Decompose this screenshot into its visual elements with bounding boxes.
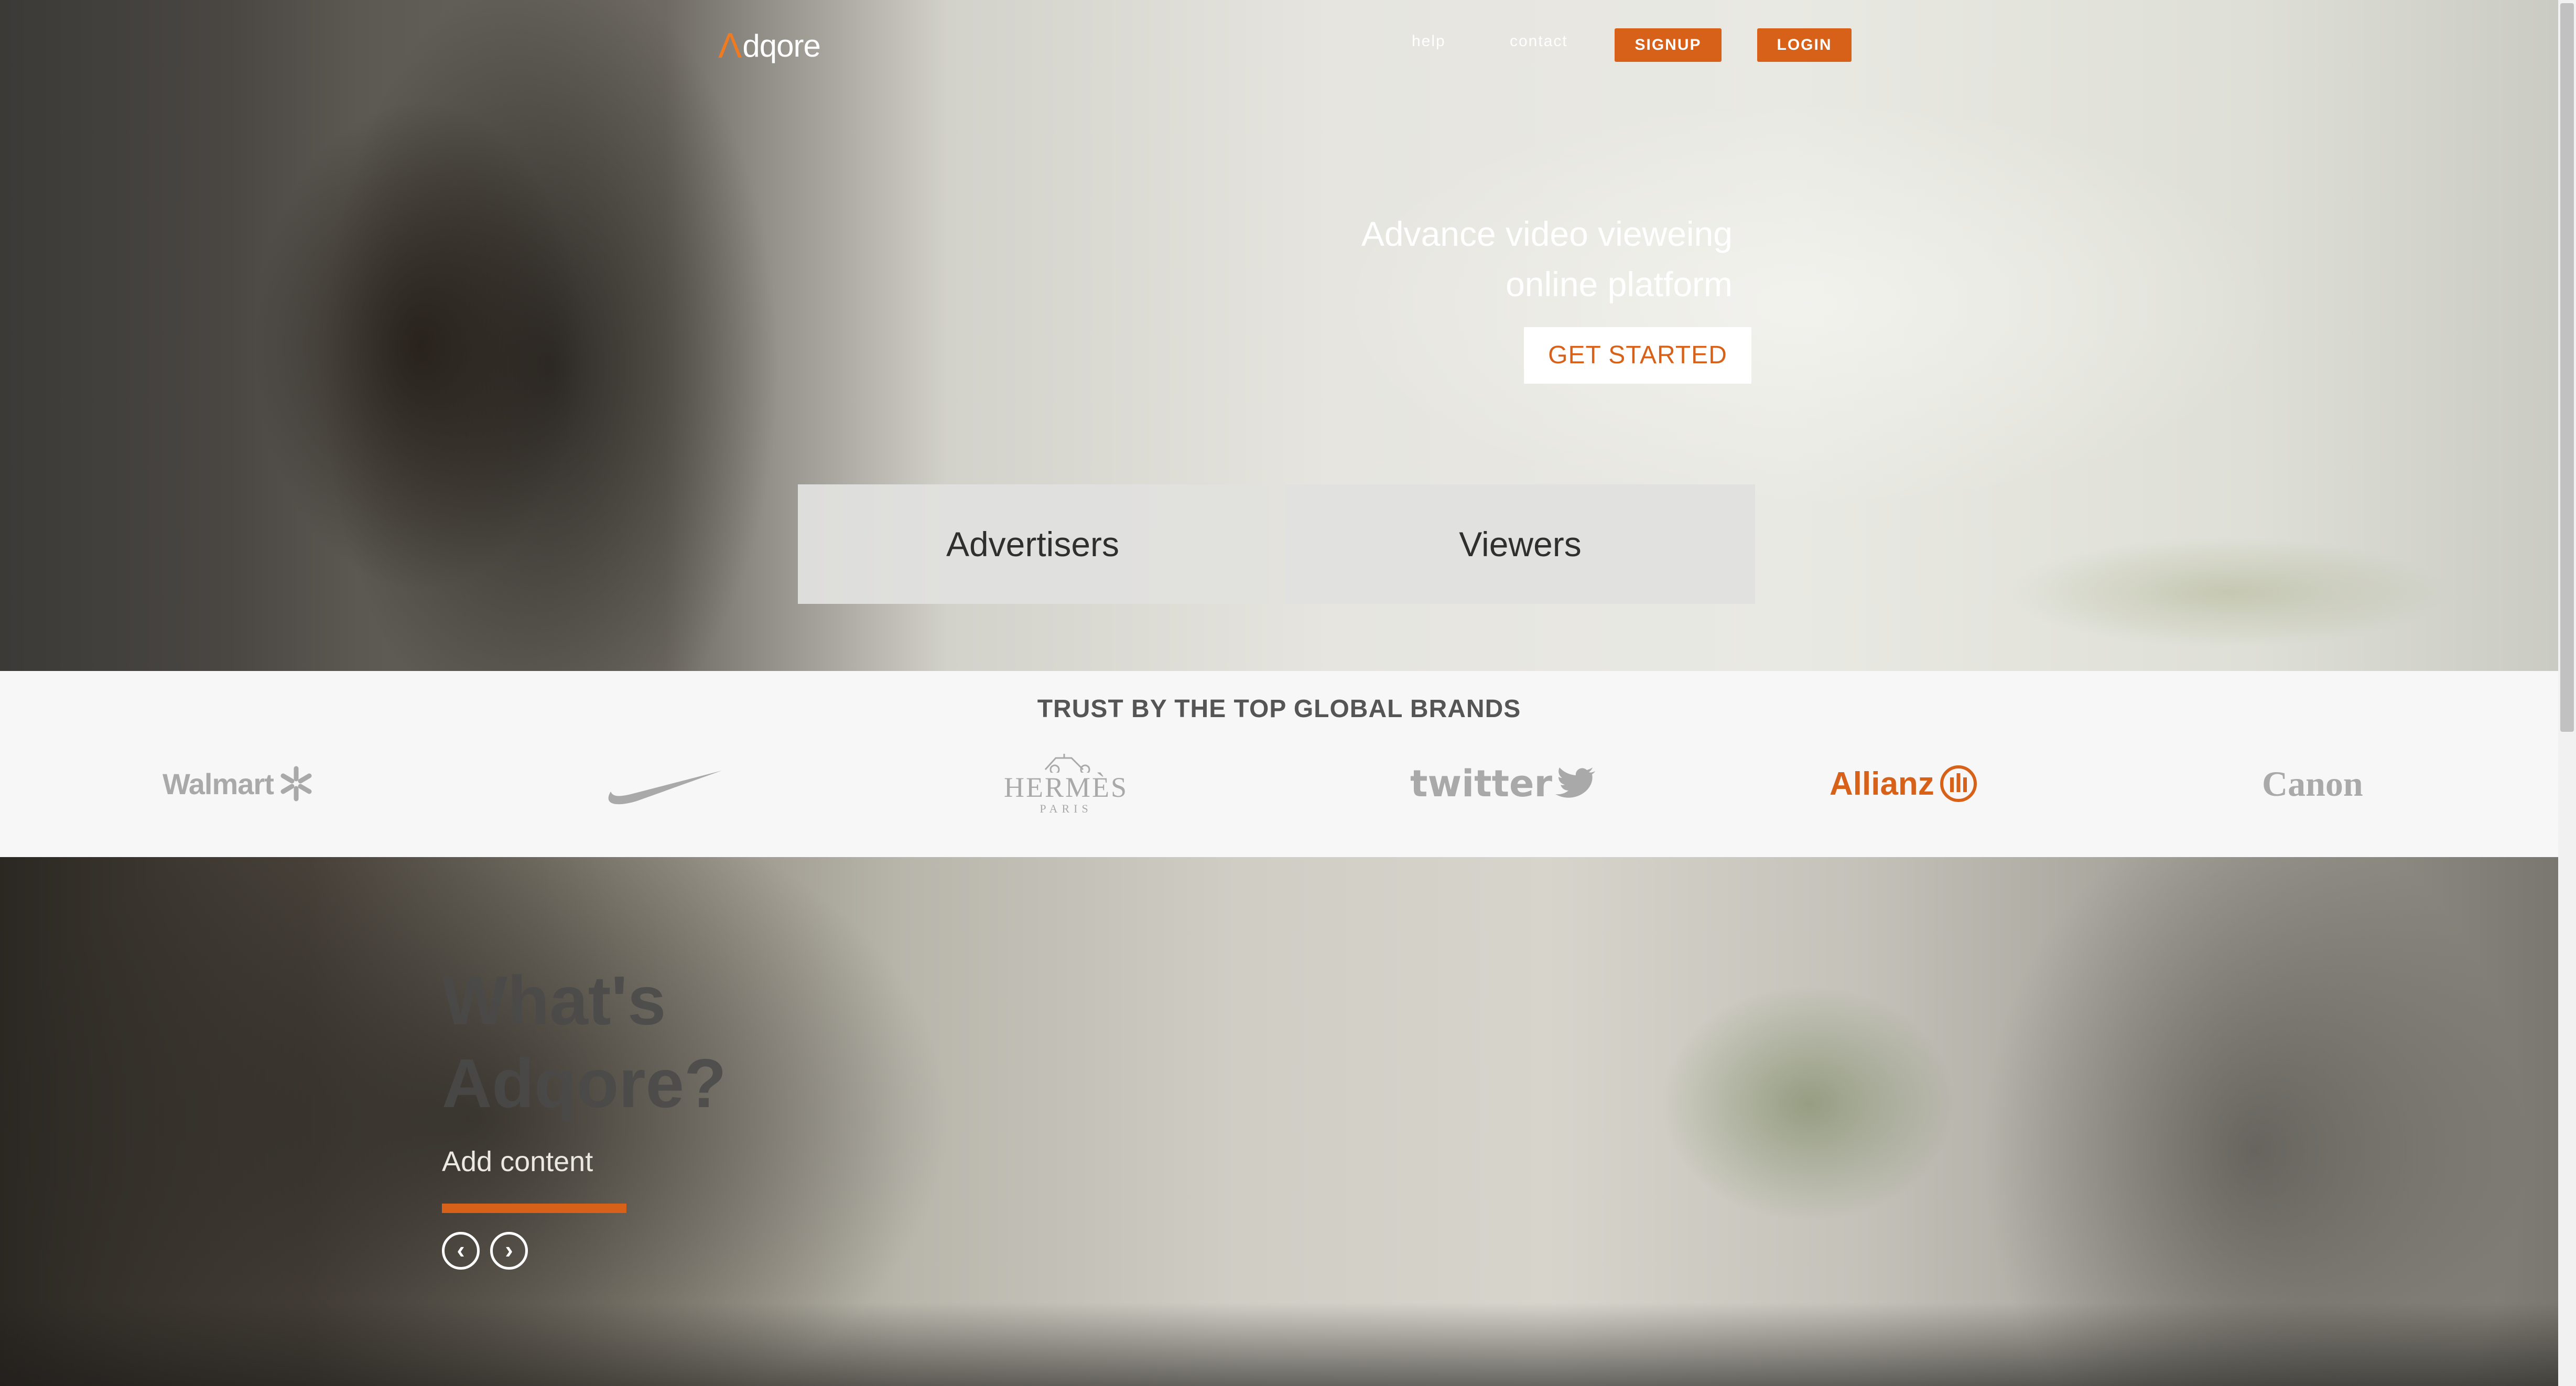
hero-headline-line1: Advance video vieweing <box>1361 214 1733 253</box>
nike-logo <box>600 750 726 818</box>
about-photo-desk <box>0 1303 2576 1386</box>
twitter-logo: twitter <box>1410 750 1596 818</box>
allianz-logo: Allianz <box>1830 750 1977 818</box>
hermes-logo: HERMÈS PARIS <box>1004 750 1128 818</box>
about-accent-bar <box>442 1204 626 1213</box>
chevron-right-icon[interactable]: › <box>490 1232 528 1270</box>
hero-photo-plants <box>1913 514 2542 671</box>
walmart-spark-icon <box>280 766 312 802</box>
allianz-eagle-icon <box>1940 765 1977 802</box>
walmart-wordmark: Walmart <box>163 767 274 800</box>
twitter-wordmark: twitter <box>1410 762 1553 805</box>
about-title-line2: Adqore? <box>442 1045 727 1122</box>
hero-photo-woman <box>199 84 671 671</box>
canon-logo: Canon <box>2262 750 2363 818</box>
hermes-wordmark: HERMÈS <box>1004 772 1129 803</box>
twitter-bird-icon <box>1555 767 1596 798</box>
page-scrollbar-thumb[interactable] <box>2560 3 2574 732</box>
walmart-logo: Walmart <box>163 750 315 818</box>
logo-text: dqore <box>742 28 820 63</box>
top-navigation: Λ dqore help contact SIGNUP LOGIN <box>0 0 2558 89</box>
logo-mark: Λ <box>718 26 742 66</box>
nike-swoosh-icon <box>608 771 722 805</box>
hero-section: Λ dqore help contact SIGNUP LOGIN Advanc… <box>0 0 2558 671</box>
viewers-tile[interactable]: Viewers <box>1285 484 1755 604</box>
get-started-button[interactable]: GET STARTED <box>1524 327 1751 384</box>
nav-help-link[interactable]: help <box>1412 33 1446 50</box>
chevron-left-icon[interactable]: ‹ <box>442 1232 480 1270</box>
brands-title: TRUST BY THE TOP GLOBAL BRANDS <box>1037 695 1521 723</box>
brands-section: TRUST BY THE TOP GLOBAL BRANDS Walmart H… <box>0 671 2558 857</box>
advertisers-tile[interactable]: Advertisers <box>798 484 1268 604</box>
hermes-carriage-icon <box>1044 754 1090 773</box>
site-logo[interactable]: Λ dqore <box>718 26 821 66</box>
about-body-text: Add content <box>442 1146 593 1177</box>
about-title-line1: What's <box>442 962 666 1039</box>
canon-wordmark: Canon <box>2262 763 2363 804</box>
nav-contact-link[interactable]: contact <box>1510 33 1568 50</box>
signup-button[interactable]: SIGNUP <box>1615 28 1722 62</box>
allianz-wordmark: Allianz <box>1830 765 1934 802</box>
login-button[interactable]: LOGIN <box>1757 28 1852 62</box>
hero-headline: Advance video vieweing online platform <box>1361 209 1733 309</box>
about-title: What's Adqore? <box>442 959 727 1125</box>
hermes-subtitle: PARIS <box>1040 802 1092 815</box>
about-section-photo <box>0 857 2576 1386</box>
hero-headline-line2: online platform <box>1506 265 1733 304</box>
